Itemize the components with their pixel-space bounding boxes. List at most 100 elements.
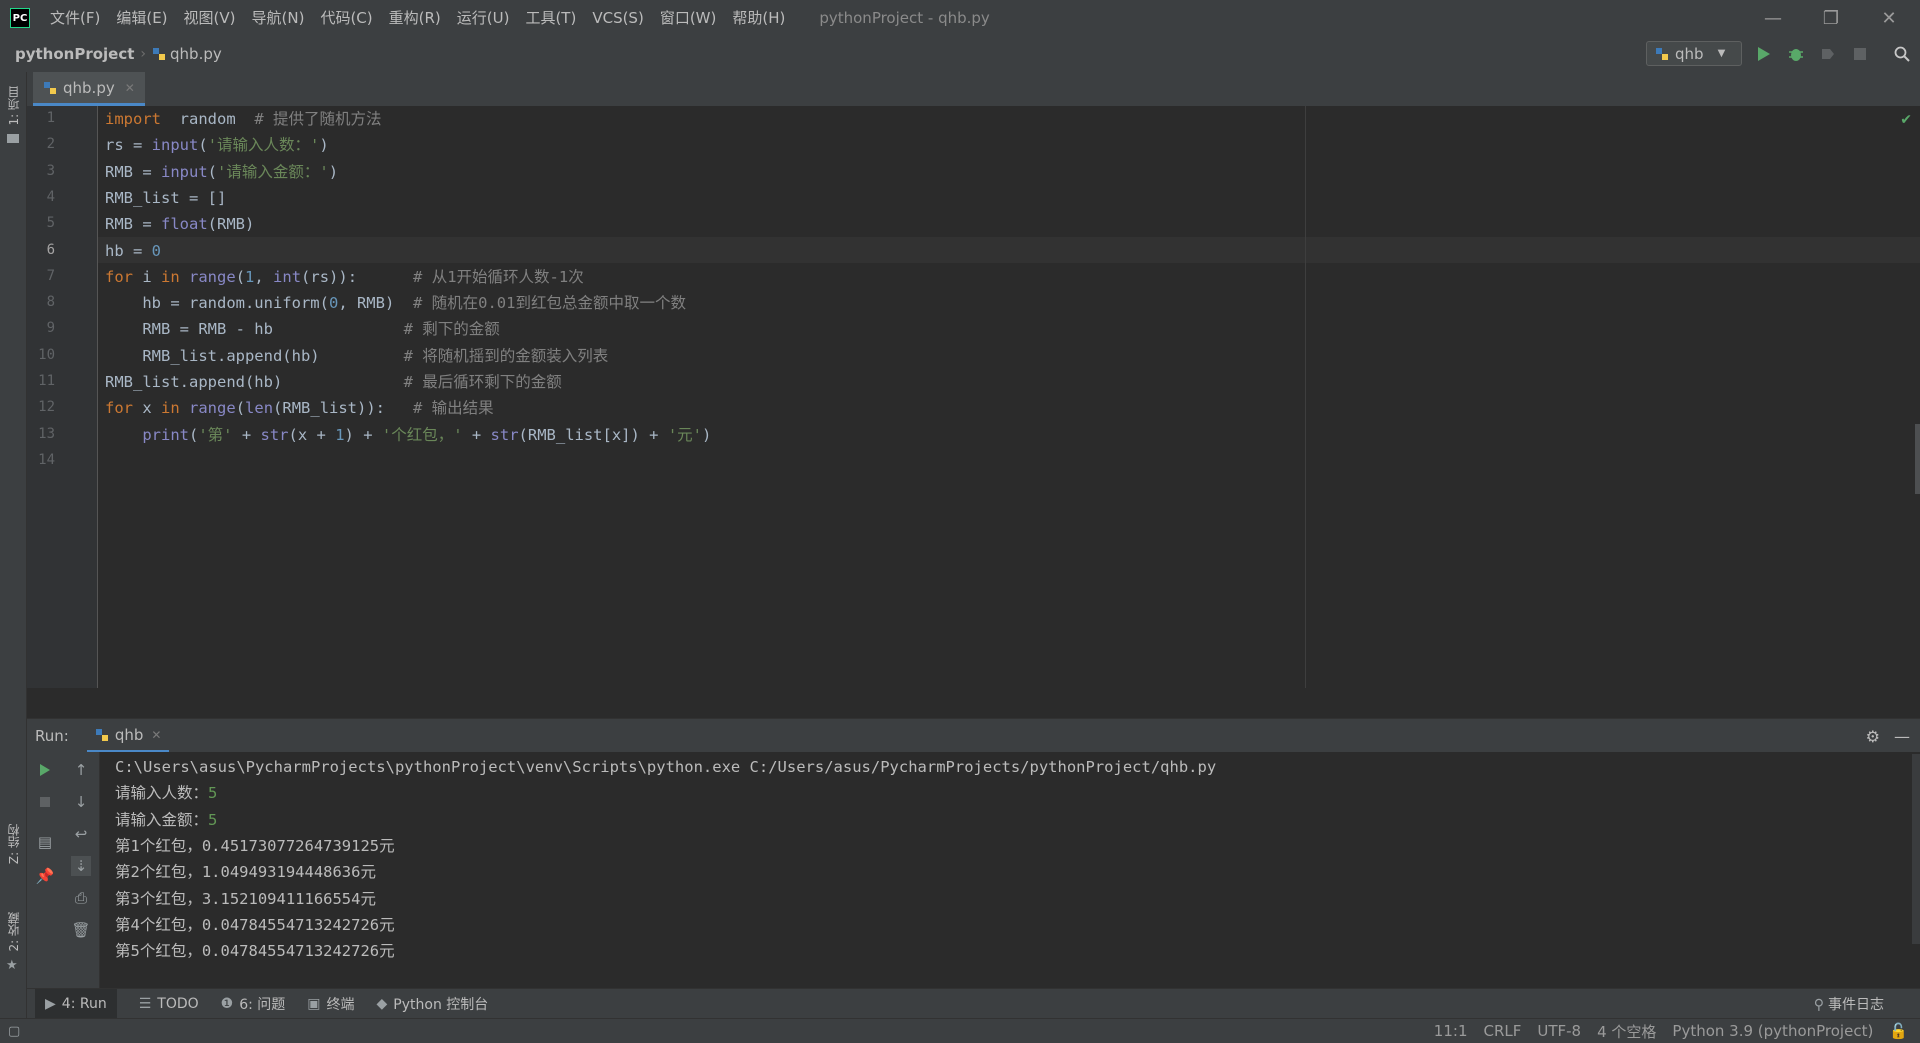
code-token: + (232, 425, 261, 444)
arrow-up-icon[interactable]: ↑ (71, 760, 91, 780)
code-line: for x in range(len(RMB_list)): # 输出结果 (105, 395, 494, 421)
run-console[interactable]: C:\Users\asus\PycharmProjects\pythonProj… (100, 752, 1920, 988)
line-number[interactable]: 12 (27, 399, 55, 415)
console-user-input: 5 (208, 784, 218, 803)
console-text: 第5个红包，0.047845547132427​26元 (115, 942, 395, 961)
code-token: RMB = (105, 162, 161, 181)
console-scrollbar[interactable] (1912, 754, 1920, 944)
stop-run-icon[interactable] (35, 792, 55, 812)
code-token: float (161, 215, 208, 234)
menu-item-2[interactable]: 视图(V) (176, 0, 244, 36)
line-number[interactable]: 6 (27, 242, 55, 258)
code-token: '元' (667, 425, 703, 444)
line-number[interactable]: 7 (27, 268, 55, 284)
tab-qhb-py[interactable]: qhb.py ✕ (33, 72, 145, 106)
console-line: 第2个红包，1.049493194448636元 (115, 859, 376, 885)
lock-icon[interactable]: 🔓 (1889, 1022, 1908, 1040)
menu-item-3[interactable]: 导航(N) (244, 0, 313, 36)
python-interpreter[interactable]: Python 3.9 (pythonProject) (1672, 1022, 1873, 1040)
restore-icon[interactable]: ❐ (1802, 0, 1860, 36)
pin-icon[interactable]: 📌 (35, 866, 55, 886)
menu-item-5[interactable]: 重构(R) (381, 0, 449, 36)
debug-icon[interactable] (1786, 44, 1806, 64)
minimize-icon[interactable]: — (1744, 0, 1802, 36)
code-token: 1 (245, 267, 255, 286)
menu-item-7[interactable]: 工具(T) (517, 0, 584, 36)
line-number[interactable]: 10 (27, 347, 55, 363)
code-token: input (151, 136, 199, 155)
favorites-tool-tab[interactable]: 2: 收藏 (5, 912, 22, 952)
hide-panel-icon[interactable]: — (1894, 727, 1910, 746)
arrow-down-icon[interactable]: ↓ (71, 792, 91, 812)
menu-item-10[interactable]: 帮助(H) (724, 0, 793, 36)
console-text: 请输入人数： (115, 784, 209, 803)
rerun-icon[interactable] (35, 760, 55, 780)
close-run-tab-icon[interactable]: ✕ (151, 728, 161, 742)
scroll-to-end-icon[interactable]: ⇣ (71, 856, 91, 876)
code-token: RMB = RMB - hb (105, 320, 404, 339)
run-tab-qhb[interactable]: qhb ✕ (86, 719, 170, 753)
layout-icon[interactable]: ▤ (35, 832, 55, 852)
trash-icon[interactable]: 🗑 (71, 920, 91, 940)
tool-tab-terminal[interactable]: ▣ 终端 (307, 994, 354, 1014)
tool-tab-todo[interactable]: ☰ TODO (139, 996, 199, 1012)
run-icon: ▶ (45, 996, 56, 1012)
indent-setting[interactable]: 4 个空格 (1597, 1021, 1656, 1042)
menu-item-0[interactable]: 文件(F) (42, 0, 108, 36)
inspection-ok-icon[interactable]: ✔ (1900, 112, 1912, 128)
line-number[interactable]: 13 (27, 426, 55, 442)
python-console-icon: ◆ (376, 996, 388, 1012)
line-number[interactable]: 9 (27, 320, 55, 336)
line-number[interactable]: 14 (27, 452, 55, 468)
code-token: ( (189, 425, 199, 444)
tool-window-toggle-icon[interactable]: ▢ (8, 1024, 20, 1039)
tool-tab-problems[interactable]: ❶ 6: 问题 (221, 994, 286, 1014)
tool-tab-run[interactable]: ▶ 4: Run (35, 989, 117, 1019)
run-tab-label: qhb (114, 725, 144, 744)
search-icon[interactable] (1892, 44, 1912, 64)
breadcrumb-project[interactable]: pythonProject (15, 45, 134, 63)
line-number[interactable]: 3 (27, 163, 55, 179)
menu-item-8[interactable]: VCS(S) (584, 0, 651, 36)
file-encoding[interactable]: UTF-8 (1537, 1022, 1581, 1040)
code-token: (x + (288, 425, 336, 444)
run-configuration-select[interactable]: qhb ▼ (1646, 41, 1742, 66)
breadcrumb-file[interactable]: qhb.py (152, 45, 222, 63)
structure-tool-tab[interactable]: Z: 结构 (5, 824, 22, 864)
line-number[interactable]: 8 (27, 294, 55, 310)
editor-scrollbar[interactable] (1915, 424, 1920, 494)
menu-item-6[interactable]: 运行(U) (449, 0, 518, 36)
line-separator[interactable]: CRLF (1483, 1022, 1521, 1040)
code-token: len (245, 399, 274, 418)
stop-icon[interactable] (1850, 44, 1870, 64)
print-icon[interactable]: ⎙ (71, 888, 91, 908)
console-text: 请输入金额： (115, 810, 209, 829)
close-tab-icon[interactable]: ✕ (125, 81, 135, 95)
line-number[interactable]: 4 (27, 189, 55, 205)
current-line-highlight (98, 237, 1920, 263)
code-editor[interactable]: ✔ import random # 提供了随机方法 rs = input('请输入… (98, 106, 1920, 688)
coverage-icon[interactable] (1818, 44, 1838, 64)
soft-wrap-icon[interactable]: ↩ (71, 824, 91, 844)
menu-item-1[interactable]: 编辑(E) (108, 0, 175, 36)
line-number[interactable]: 11 (27, 373, 55, 389)
pycharm-logo-icon[interactable]: PC (10, 8, 30, 28)
python-icon (95, 728, 108, 741)
code-token: (RMB_list[x]) + (518, 425, 668, 444)
line-number[interactable]: 5 (27, 215, 55, 231)
tool-tab-label: Python 控制台 (393, 997, 489, 1013)
menu-item-9[interactable]: 窗口(W) (652, 0, 725, 36)
run-icon[interactable] (1754, 44, 1774, 64)
event-log-label: 事件日志 (1828, 997, 1884, 1013)
line-number[interactable]: 1 (27, 110, 55, 126)
caret-position[interactable]: 11:1 (1434, 1022, 1468, 1040)
tool-tab-python-console[interactable]: ◆ Python 控制台 (377, 994, 489, 1014)
event-log-tab[interactable]: ⚲ 事件日志 (1814, 994, 1884, 1014)
close-window-icon[interactable]: ✕ (1860, 0, 1918, 36)
gear-icon[interactable]: ⚙ (1866, 727, 1880, 746)
project-tool-tab[interactable]: 1: 项目 (5, 86, 22, 126)
code-line: for i in range(1, int(rs)): # 从1开始循环人数-1… (105, 264, 584, 290)
line-number[interactable]: 2 (27, 136, 55, 152)
menu-item-4[interactable]: 代码(C) (312, 0, 380, 36)
code-token: str (490, 425, 519, 444)
